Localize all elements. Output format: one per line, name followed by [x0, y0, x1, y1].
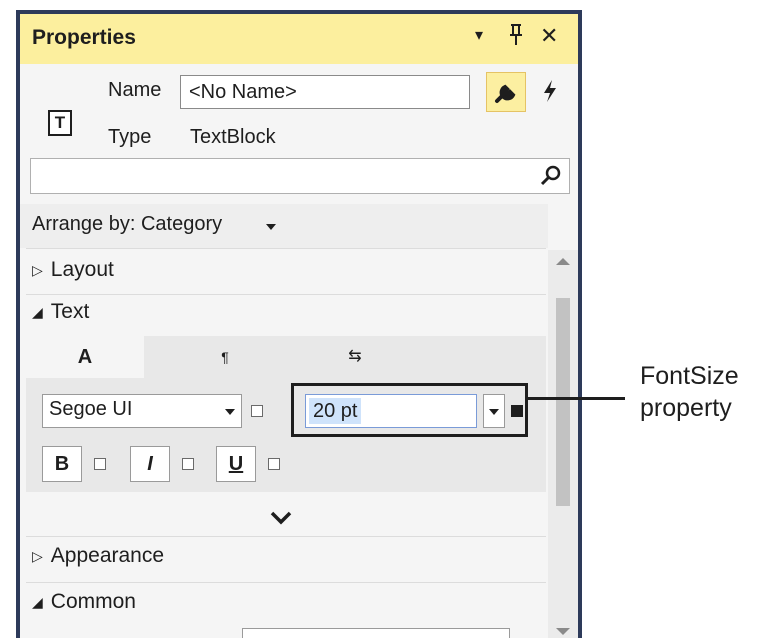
- category-appearance[interactable]: ▷ Appearance: [32, 544, 164, 568]
- expand-triangle-icon: ▷: [32, 261, 43, 278]
- collapse-triangle-icon: ◢: [32, 303, 43, 320]
- chevron-down-icon: [266, 224, 276, 230]
- type-value: TextBlock: [190, 126, 276, 148]
- font-size-property-marker[interactable]: [511, 405, 523, 417]
- tab-indent[interactable]: ⇆: [296, 336, 414, 378]
- bold-property-marker[interactable]: [94, 458, 106, 470]
- vertical-scrollbar[interactable]: [548, 250, 578, 638]
- close-icon[interactable]: ✕: [540, 23, 558, 49]
- panel-title: Properties: [32, 26, 136, 49]
- italic-button[interactable]: I: [130, 446, 170, 482]
- arrange-by-dropdown[interactable]: Arrange by: Category: [20, 204, 548, 248]
- type-label: Type: [108, 126, 152, 148]
- divider: [26, 536, 546, 537]
- category-common[interactable]: ◢ Common: [32, 590, 136, 614]
- divider: [26, 294, 546, 295]
- category-text[interactable]: ◢ Text: [32, 300, 89, 324]
- chevron-down-icon: [489, 409, 499, 415]
- font-size-dropdown-button[interactable]: [483, 394, 505, 428]
- tab-font[interactable]: A: [26, 336, 144, 378]
- expand-triangle-icon: ▷: [32, 547, 43, 564]
- tab-paragraph[interactable]: ¶: [166, 336, 284, 378]
- callout-line: [525, 397, 625, 400]
- pin-icon[interactable]: [508, 23, 524, 53]
- category-layout[interactable]: ▷ Layout: [32, 258, 114, 282]
- category-appearance-label: Appearance: [50, 544, 165, 567]
- properties-header: T Name Type TextBlock: [20, 64, 578, 156]
- scrollbar-thumb[interactable]: [556, 298, 570, 506]
- category-text-label: Text: [50, 300, 90, 323]
- scroll-down-arrow-icon[interactable]: [556, 628, 570, 635]
- divider: [26, 248, 546, 249]
- chevron-down-icon: [225, 409, 235, 415]
- font-family-property-marker[interactable]: [251, 405, 263, 417]
- properties-panel: Properties ▾ ✕ T Name Type TextBlock Ar: [16, 10, 582, 638]
- callout-line2: property: [640, 394, 732, 422]
- properties-search-input[interactable]: [30, 158, 570, 194]
- bold-button[interactable]: B: [42, 446, 82, 482]
- properties-wrench-button[interactable]: [486, 72, 526, 112]
- textblock-type-icon: T: [48, 110, 72, 136]
- fontsize-callout-label: FontSize property: [640, 360, 739, 424]
- name-label: Name: [108, 79, 162, 101]
- wrench-icon: [495, 84, 516, 103]
- category-layout-label: Layout: [50, 258, 114, 281]
- search-icon: [540, 165, 561, 186]
- category-common-label: Common: [50, 590, 136, 613]
- arrange-by-label: Arrange by: Category: [32, 213, 223, 235]
- panel-titlebar: Properties ▾ ✕: [20, 14, 578, 64]
- collapse-triangle-icon: ◢: [32, 593, 43, 610]
- window-menu-dropdown-icon[interactable]: ▾: [475, 25, 483, 45]
- font-size-input[interactable]: 20 pt: [305, 394, 477, 428]
- font-family-value: Segoe UI: [49, 398, 133, 420]
- font-size-value: 20 pt: [309, 398, 362, 424]
- chevron-down-icon[interactable]: [268, 508, 294, 528]
- divider: [26, 582, 546, 583]
- scroll-up-arrow-icon[interactable]: [556, 258, 570, 265]
- italic-property-marker[interactable]: [182, 458, 194, 470]
- underline-property-marker[interactable]: [268, 458, 280, 470]
- events-button[interactable]: [530, 72, 570, 112]
- font-family-select[interactable]: Segoe UI: [42, 394, 242, 428]
- text-property-editor: A ¶ ⇆ Segoe UI 20 pt B I U: [26, 336, 546, 492]
- callout-line1: FontSize: [640, 362, 739, 390]
- name-input[interactable]: [180, 75, 470, 109]
- partial-common-input[interactable]: [242, 628, 510, 638]
- lightning-icon: [544, 80, 556, 102]
- underline-button[interactable]: U: [216, 446, 256, 482]
